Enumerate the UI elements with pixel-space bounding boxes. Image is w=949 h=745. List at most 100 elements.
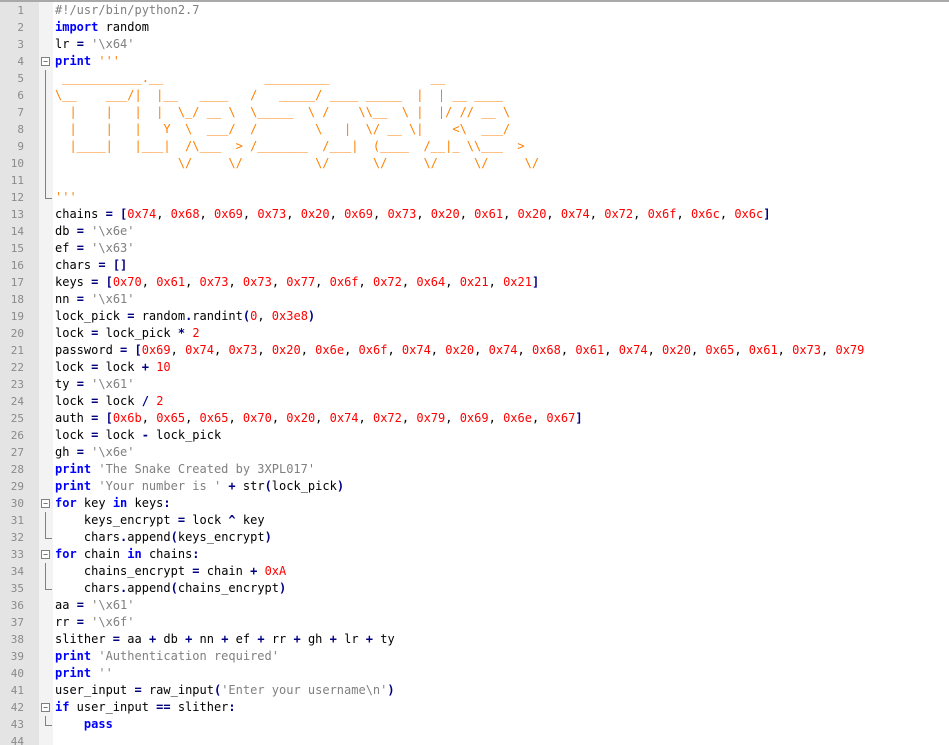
code-line[interactable]: 26 lock = lock - lock_pick [0, 427, 949, 444]
code-line[interactable]: 12 ''' [0, 189, 949, 206]
line-code: lr = '\x64' [55, 36, 135, 53]
operator-token: ( [170, 581, 178, 595]
operator-token: = [76, 292, 84, 306]
line-code: chars.append(chains_encrypt) [55, 580, 286, 597]
line-code: lock = lock_pick * 2 [55, 325, 200, 342]
code-line[interactable]: 18 nn = '\x61' [0, 291, 949, 308]
string-token: '' [98, 666, 113, 680]
fold-toggle-icon[interactable] [41, 57, 50, 66]
code-line[interactable]: 25 auth = [0x6b, 0x65, 0x65, 0x70, 0x20, … [0, 410, 949, 427]
code-line[interactable]: 31 keys_encrypt = lock ^ key [0, 512, 949, 529]
code-line[interactable]: 10 \/ \/ \/ \/ \/ \/ \/ [0, 155, 949, 172]
code-line[interactable]: 30 for key in keys: [0, 495, 949, 512]
code-token: , [531, 411, 547, 425]
code-line[interactable]: 36 aa = '\x61' [0, 597, 949, 614]
code-line[interactable]: 5 ___________.__ _________ __ [0, 70, 949, 87]
code-line[interactable]: 43 pass [0, 716, 949, 733]
operator-token: : [228, 700, 236, 714]
code-token: , [185, 411, 200, 425]
operator-token: = [134, 683, 142, 697]
code-token: , [170, 343, 186, 357]
code-line[interactable]: 17 keys = [0x70, 0x61, 0x73, 0x73, 0x77, … [0, 274, 949, 291]
operator-token: ) [279, 581, 287, 595]
code-token: lock_pick [148, 428, 222, 442]
number-token: 0x61 [474, 207, 504, 221]
code-line[interactable]: 33 for chain in chains: [0, 546, 949, 563]
code-line[interactable]: 3 lr = '\x64' [0, 36, 949, 53]
line-number: 26 [10, 429, 24, 442]
code-line[interactable]: 38 slither = aa + db + nn + ef + rr + gh … [0, 631, 949, 648]
line-number: 41 [10, 684, 24, 697]
code-line[interactable]: 13 chains = [0x74, 0x68, 0x69, 0x73, 0x20… [0, 206, 949, 223]
code-line[interactable]: 35 chars.append(chains_encrypt) [0, 580, 949, 597]
code-token: chains_encrypt [55, 564, 193, 578]
line-number: 44 [10, 735, 24, 745]
code-line[interactable]: 21 password = [0x69, 0x74, 0x73, 0x20, 0x… [0, 342, 949, 359]
code-line[interactable]: 39 print 'Authentication required' [0, 648, 949, 665]
code-line[interactable]: 8 | | | Y \ ___/ / \ | \/ __ \| <\ ___/ [0, 121, 949, 138]
code-token: lock [55, 428, 92, 442]
code-line[interactable]: 40 print '' [0, 665, 949, 682]
code-lines[interactable]: 1 #!/usr/bin/python2.7 2 import random 3 lr =… [0, 2, 949, 745]
line-code: #!/usr/bin/python2.7 [55, 2, 200, 19]
code-token: , [199, 207, 214, 221]
line-code: ty = '\x61' [55, 376, 135, 393]
code-line[interactable]: 23 ty = '\x61' [0, 376, 949, 393]
code-token: , [329, 207, 345, 221]
code-line[interactable]: 16 chars = [] [0, 257, 949, 274]
code-token: chain [199, 564, 251, 578]
code-token: , [228, 275, 243, 289]
code-line[interactable]: 29 print 'Your number is ' + str(lock_pic… [0, 478, 949, 495]
fold-toggle-icon[interactable] [41, 499, 50, 508]
number-token: 0x20 [300, 207, 330, 221]
operator-token: = [76, 377, 84, 391]
code-token: lock [55, 394, 92, 408]
code-token: ef [228, 632, 258, 646]
code-line[interactable]: 44 [0, 733, 949, 745]
string-token: 'Authentication required' [98, 649, 279, 663]
number-token: 0x72 [372, 275, 402, 289]
code-token: , [560, 343, 576, 357]
number-token: 0x70 [242, 411, 272, 425]
number-token: 0x61 [156, 275, 186, 289]
code-line[interactable]: 11 [0, 172, 949, 189]
line-code: password = [0x69, 0x74, 0x73, 0x20, 0x6e… [55, 342, 864, 359]
line-code: print 'Your number is ' + str(lock_pick) [55, 478, 344, 495]
code-line[interactable]: 19 lock_pick = random.randint(0, 0x3e8) [0, 308, 949, 325]
code-line[interactable]: 41 user_input = raw_input('Enter your use… [0, 682, 949, 699]
code-token: nn [55, 292, 77, 306]
code-token: , [690, 343, 706, 357]
code-line[interactable]: 42 if user_input == slither: [0, 699, 949, 716]
code-line[interactable]: 27 gh = '\x6e' [0, 444, 949, 461]
code-line[interactable]: 7 | | | | \_/ __ \ \_____ \ / \\__ \ | |… [0, 104, 949, 121]
code-line[interactable]: 20 lock = lock_pick * 2 [0, 325, 949, 342]
keyword-token: pass [83, 717, 113, 731]
code-line[interactable]: 9 |____| |___| /\___ > /_______ /___| (_… [0, 138, 949, 155]
code-token: , [242, 207, 258, 221]
code-line[interactable]: 37 rr = '\x6f' [0, 614, 949, 631]
code-line[interactable]: 2 import random [0, 19, 949, 36]
fold-toggle-icon[interactable] [41, 703, 50, 712]
line-code: lock = lock - lock_pick [55, 427, 221, 444]
number-token: 0x6f [329, 275, 359, 289]
fold-guide [45, 87, 46, 104]
code-token: , [344, 343, 359, 357]
code-line[interactable]: 32 chars.append(keys_encrypt) [0, 529, 949, 546]
code-line[interactable]: 1 #!/usr/bin/python2.7 [0, 2, 949, 19]
code-line[interactable]: 15 ef = '\x63' [0, 240, 949, 257]
code-line[interactable]: 14 db = '\x6e' [0, 223, 949, 240]
code-token: , [416, 207, 431, 221]
code-token: , [401, 275, 417, 289]
code-line[interactable]: 22 lock = lock + 10 [0, 359, 949, 376]
code-token: , [633, 207, 648, 221]
code-editor[interactable]: 1 #!/usr/bin/python2.7 2 import random 3 lr =… [0, 0, 949, 745]
code-line[interactable]: 34 chains_encrypt = chain + 0xA [0, 563, 949, 580]
code-token: , [271, 411, 287, 425]
code-line[interactable]: 28 print 'The Snake Created by 3XPL017' [0, 461, 949, 478]
code-line[interactable]: 4 print ''' [0, 53, 949, 70]
code-line[interactable]: 24 lock = lock / 2 [0, 393, 949, 410]
code-token: , [358, 411, 373, 425]
code-token: chains [55, 207, 106, 221]
code-line[interactable]: 6 \__ ___/| |__ ____ / _____/ ____ _____ … [0, 87, 949, 104]
fold-toggle-icon[interactable] [41, 550, 50, 559]
